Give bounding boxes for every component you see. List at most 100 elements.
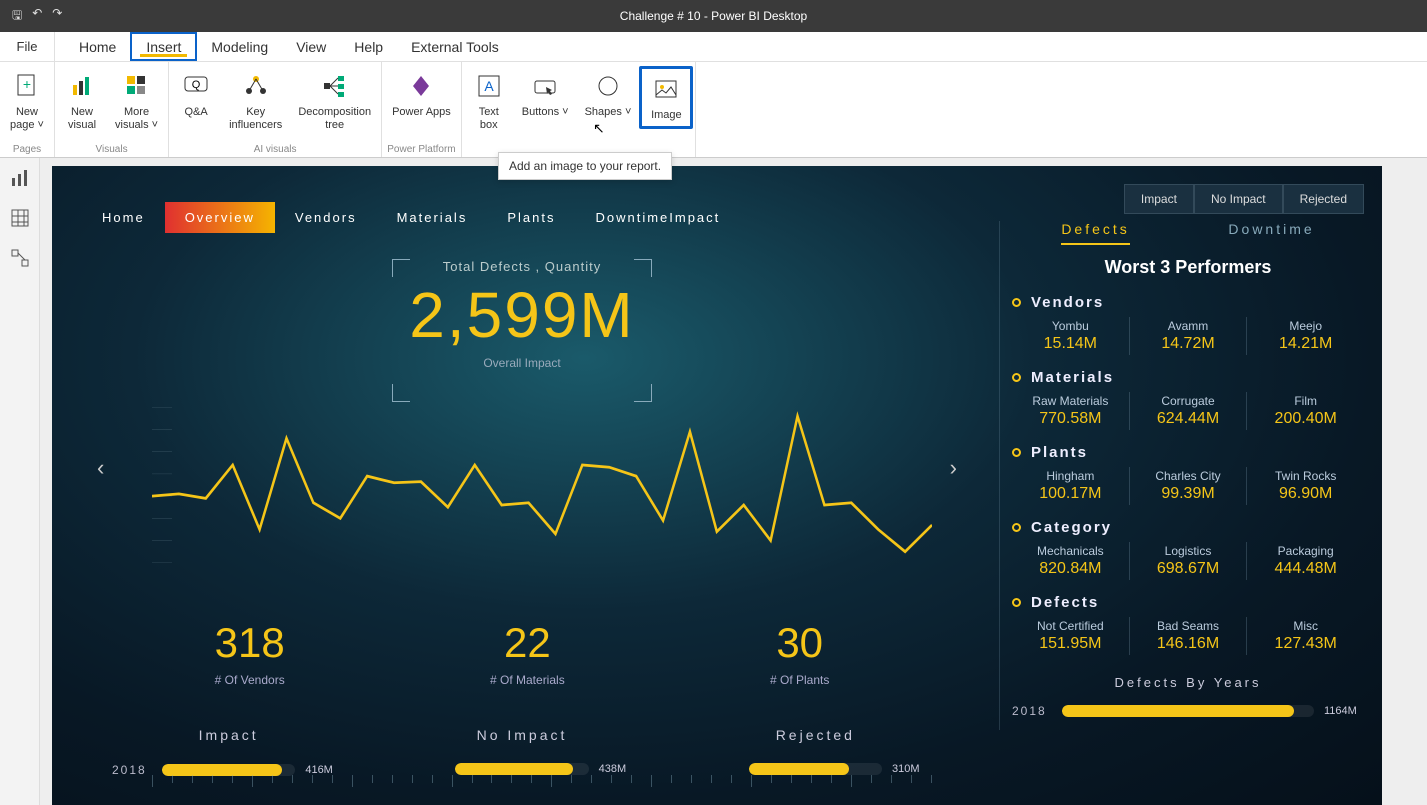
kpi-value: 2,599M [82,278,962,352]
ribbon-group-label: AI visuals [171,144,379,157]
report-canvas[interactable]: ImpactNo ImpactRejected HomeOverviewVend… [52,166,1382,805]
ribbon-q&a-button[interactable]: QQ&A [171,66,221,123]
line-chart[interactable] [152,385,932,585]
svg-text:+: + [23,76,31,92]
ribbon-shapes-button[interactable]: Shapes ˅ [577,66,640,123]
ribbon-key-influencers-button[interactable]: Keyinfluencers [221,66,290,136]
nav-plants[interactable]: Plants [487,202,575,233]
ribbon-tab-view[interactable]: View [282,32,340,61]
bar-row: 438M [405,763,638,775]
perf-item: Corrugate624.44M [1130,392,1248,430]
bars-title: Rejected [699,727,932,743]
ribbon-new-page-button[interactable]: +Newpage ˅ [2,66,52,136]
perf-item: Twin Rocks96.90M [1247,467,1364,505]
perf-item: Yombu15.14M [1012,317,1130,355]
rp-tab-downtime[interactable]: Downtime [1228,221,1314,245]
right-panel-title: Worst 3 Performers [1012,257,1364,278]
nav-home[interactable]: Home [82,202,165,233]
nav-overview[interactable]: Overview [165,202,275,233]
ribbon-image-button[interactable]: Image [639,66,693,129]
category-name: Plants [1031,444,1088,461]
nav-vendors[interactable]: Vendors [275,202,377,233]
ribbon-tab-modeling[interactable]: Modeling [197,32,282,61]
category-name: Materials [1031,369,1114,386]
nav-materials[interactable]: Materials [377,202,488,233]
perf-item: Packaging444.48M [1247,542,1364,580]
key-influencers-icon [240,70,272,102]
title-bar: 🖫 ↶ ↷ Challenge # 10 - Power BI Desktop [0,0,1427,32]
ribbon-more-visuals-button[interactable]: Morevisuals ˅ [107,66,166,136]
count-label: # Of Plants [770,673,829,687]
filter-no-impact-button[interactable]: No Impact [1194,184,1283,214]
new-visual-icon [66,70,98,102]
perf-item: Raw Materials770.58M [1012,392,1130,430]
bar-row: 2018 1164M [1012,704,1364,718]
count-label: # Of Materials [490,673,565,687]
perf-item: Logistics698.67M [1130,542,1248,580]
count-value: 318 [215,619,285,667]
ribbon-tab-external-tools[interactable]: External Tools [397,32,513,61]
count-card: 318 # Of Vendors [215,619,285,687]
bar-year: 2018 [112,763,152,777]
bar-row: 310M [699,763,932,775]
ribbon-power-apps-button[interactable]: Power Apps [384,66,459,123]
category-name: Vendors [1031,294,1104,311]
bullet-icon [1012,598,1021,607]
count-label: # Of Vendors [215,673,285,687]
ribbon-tab-insert[interactable]: Insert [130,32,197,61]
perf-item: Not Certified151.95M [1012,617,1130,655]
buttons-icon [529,70,561,102]
ribbon-tab-home[interactable]: Home [65,32,130,61]
bullet-icon [1012,523,1021,532]
bar-value: 1164M [1324,705,1364,717]
perf-item: Hingham100.17M [1012,467,1130,505]
file-tab[interactable]: File [0,32,55,61]
ribbon-tabs: File HomeInsertModelingViewHelpExternal … [0,32,1427,62]
ribbon-group-label: Power Platform [384,144,459,157]
bar-year: 2018 [1012,704,1052,718]
bullet-icon [1012,298,1021,307]
undo-icon[interactable]: ↶ [32,6,42,27]
rp-tab-defects[interactable]: Defects [1061,221,1129,245]
perf-item: Film200.40M [1247,392,1364,430]
kpi-sublabel: Overall Impact [82,356,962,370]
bars-title: No Impact [405,727,638,743]
nav-downtimeimpact[interactable]: DowntimeImpact [575,202,740,233]
q&a-icon: Q [180,70,212,102]
view-switcher [0,158,40,805]
bars-title: Impact [112,727,345,743]
filter-impact-button[interactable]: Impact [1124,184,1194,214]
chart-x-axis [152,775,932,789]
tooltip: Add an image to your report. [498,152,672,180]
report-view-icon[interactable] [10,168,30,188]
model-view-icon[interactable] [10,248,30,268]
ribbon-buttons-button[interactable]: Buttons ˅ [514,66,577,123]
decomposition-tree-icon [319,70,351,102]
perf-item: Meejo14.21M [1247,317,1364,355]
window-title: Challenge # 10 - Power BI Desktop [620,9,807,23]
count-value: 30 [770,619,829,667]
category-name: Category [1031,519,1112,536]
chart-prev-icon[interactable]: ‹ [97,455,104,481]
new-page-icon: + [11,70,43,102]
perf-item: Misc127.43M [1247,617,1364,655]
shapes-icon [592,70,624,102]
chart-next-icon[interactable]: › [950,455,957,481]
more-visuals-icon [121,70,153,102]
kpi-label: Total Defects , Quantity [82,259,962,274]
filter-rejected-button[interactable]: Rejected [1283,184,1364,214]
text-box-icon: A [473,70,505,102]
data-view-icon[interactable] [10,208,30,228]
perf-item: Avamm14.72M [1130,317,1248,355]
ribbon-decomposition-tree-button[interactable]: Decompositiontree [290,66,379,136]
count-value: 22 [490,619,565,667]
svg-text:Q: Q [192,79,201,91]
ribbon-new-visual-button[interactable]: Newvisual [57,66,107,136]
save-icon[interactable]: 🖫 [12,6,22,27]
ribbon-tab-help[interactable]: Help [340,32,397,61]
redo-icon[interactable]: ↷ [52,6,62,27]
ribbon-group-label: Visuals [57,144,166,157]
perf-item: Charles City99.39M [1130,467,1248,505]
ribbon-text-box-button[interactable]: ATextbox [464,66,514,136]
power-apps-icon [405,70,437,102]
